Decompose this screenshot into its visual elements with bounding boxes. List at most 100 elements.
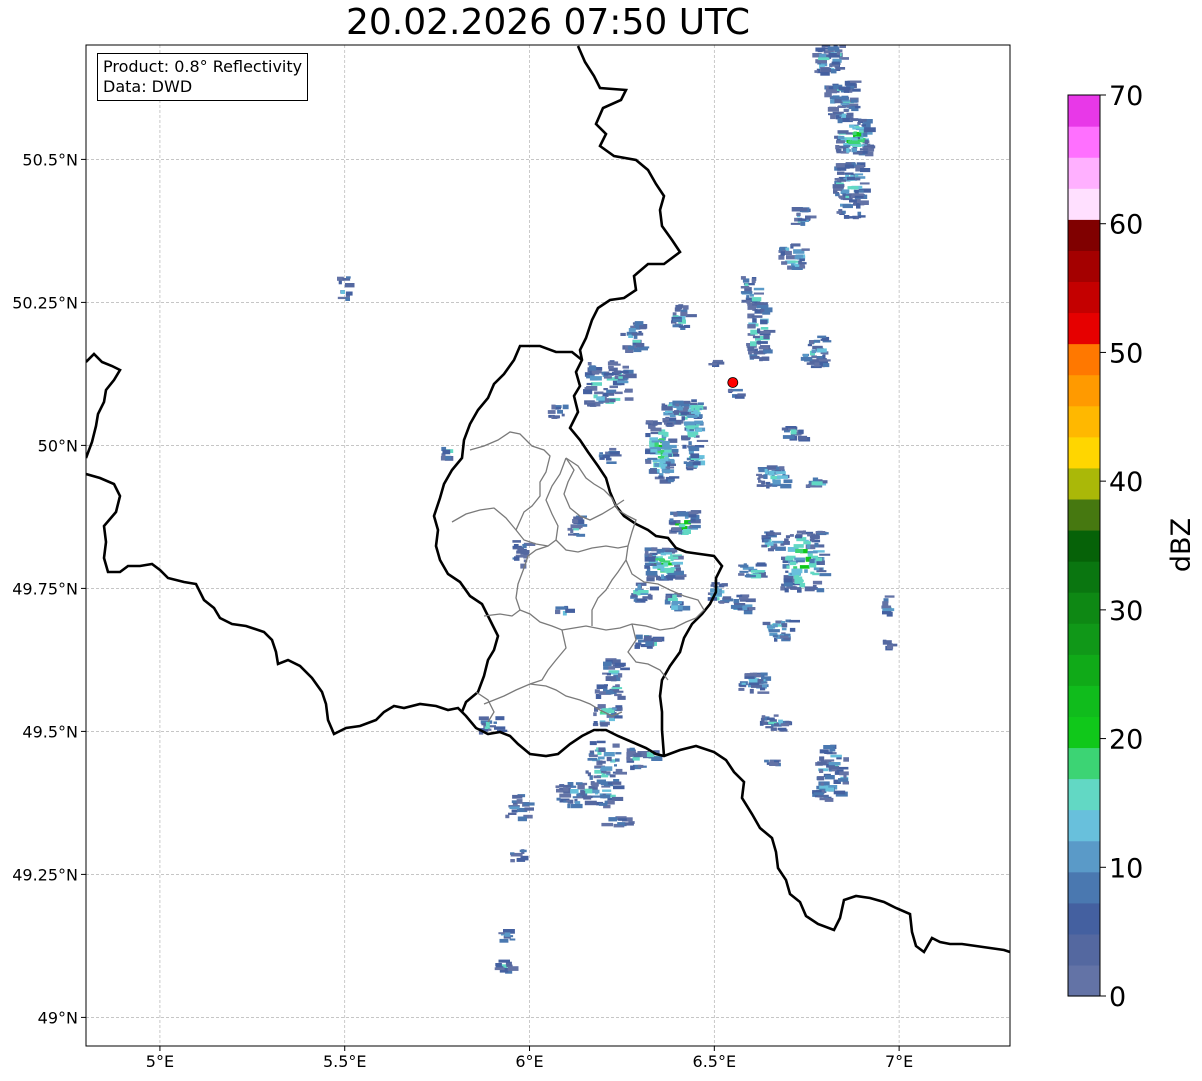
radar-echo-pixel [603, 666, 609, 670]
radar-echo-pixel [772, 540, 784, 544]
radar-echo-pixel [773, 714, 779, 717]
radar-echo-pixel [576, 533, 586, 537]
radar-echo-pixel [601, 766, 613, 771]
radar-echo-pixel [635, 343, 645, 347]
radar-echo-pixel [603, 661, 612, 667]
radar-echo-pixel [524, 807, 534, 811]
radar-echo-pixel [663, 432, 669, 437]
product-label: Product: 0.8° Reflectivity [103, 57, 303, 76]
radar-echo-pixel [744, 574, 756, 578]
radar-echo-pixel [854, 195, 864, 198]
radar-echo-pixel [675, 403, 680, 407]
radar-echo-pixel [634, 321, 644, 326]
radar-echo-pixel [861, 124, 866, 127]
radar-echo-pixel [691, 399, 697, 403]
radar-echo-pixel [834, 98, 843, 104]
radar-echo-pixel [857, 121, 861, 125]
radar-echo-pixel [739, 596, 749, 600]
colorbar-tick-label: 10 [1109, 853, 1143, 884]
radar-echo-pixel [614, 764, 617, 767]
radar-echo-pixel [809, 558, 815, 564]
radar-echo-pixel [644, 550, 649, 556]
radar-echo-pixel [566, 799, 570, 803]
radar-echo-pixel [795, 548, 804, 553]
colorbar-segment [1068, 778, 1100, 811]
radar-echo-pixel [790, 222, 801, 225]
radar-echo-pixel [573, 516, 582, 519]
radar-echo-pixel [824, 797, 834, 802]
radar-echo-pixel [790, 587, 802, 590]
radar-echo-pixel [830, 69, 837, 74]
radar-echo-pixel [842, 189, 850, 193]
radar-echo-pixel [766, 465, 778, 470]
radar-echo-pixel [750, 355, 760, 359]
radar-echo-pixel [574, 801, 581, 804]
latitude-ticks: 49°N 49.25°N 49.5°N 49.75°N 50°N 50.25°N 50.5°… [12, 150, 86, 1027]
radar-echo-pixel [614, 375, 619, 379]
radar-echo-pixel [744, 673, 757, 677]
radar-echo-pixel [611, 781, 622, 785]
radar-echo-pixel [648, 553, 653, 557]
radar-echo-pixel [512, 794, 523, 799]
colorbar-segment [1068, 436, 1100, 469]
radar-echo-pixel [650, 449, 658, 453]
colorbar-segment [1068, 592, 1100, 624]
radar-echo-pixel [346, 276, 351, 279]
radar-echo-pixel [697, 402, 704, 405]
radar-echo-pixel [565, 608, 575, 613]
radar-echo-pixel [510, 852, 515, 855]
radar-echo-pixel [816, 561, 820, 565]
radar-echo-pixel [834, 135, 838, 139]
radar-echo-pixel [749, 688, 754, 694]
radar-echo-pixel [488, 725, 496, 728]
radar-echo-pixel [603, 752, 615, 757]
radar-echo-pixel [495, 716, 505, 721]
radar-echo-pixel [816, 356, 823, 359]
colorbar-segment [1068, 157, 1100, 189]
radar-echo-pixel [603, 376, 612, 379]
colorbar-segment [1068, 716, 1100, 749]
radar-echo-pixel [777, 727, 787, 731]
radar-echo-pixel [784, 430, 790, 433]
radar-echo-pixel [672, 312, 677, 316]
radar-echo-pixel [606, 756, 612, 762]
province-boundary [451, 507, 549, 547]
radar-echo-pixel [625, 373, 637, 379]
radar-echo-pixel [827, 46, 839, 51]
radar-echo-pixel [843, 757, 849, 762]
radar-echo-pixel [819, 769, 824, 773]
radar-echo-pixel [556, 789, 563, 793]
radar-echo-pixel [513, 544, 519, 547]
radar-echo-pixel [609, 774, 616, 778]
radar-echo-pixel [624, 822, 634, 826]
radar-echo-pixel [756, 302, 768, 305]
radar-echo-pixel [794, 557, 806, 561]
radar-echo-pixel [630, 765, 635, 771]
radar-echo-pixel [654, 462, 660, 467]
lat-tick-label: 49.5°N [22, 722, 78, 741]
radar-echo-pixel [806, 543, 811, 549]
radar-site-layer [727, 377, 739, 388]
radar-echo-pixel [819, 553, 831, 556]
radar-echo-pixel [617, 695, 626, 700]
radar-echo-pixel [509, 806, 520, 810]
radar-echo-pixel [742, 605, 748, 611]
radar-echo-pixel [622, 365, 629, 369]
colorbar-segment [1068, 933, 1100, 966]
radar-echo-pixel [814, 542, 819, 548]
radar-echo-pixel [645, 433, 651, 438]
radar-echo-pixel [665, 466, 675, 469]
radar-echo-pixel [793, 544, 804, 548]
colorbar-segment [1068, 405, 1100, 438]
colorbar-tick-label: 40 [1109, 467, 1143, 498]
radar-echo-pixel [790, 561, 797, 566]
radar-echo-pixel [646, 577, 655, 582]
radar-echo-pixel [799, 579, 804, 582]
radar-echo-pixel [783, 581, 793, 587]
colorbar-segment [1068, 902, 1100, 935]
radar-echo-pixel [819, 573, 832, 577]
radar-echo-pixel [814, 362, 820, 367]
radar-echo-pixel [882, 608, 895, 612]
radar-echo-pixel [624, 397, 634, 401]
radar-echo-pixel [831, 61, 840, 65]
